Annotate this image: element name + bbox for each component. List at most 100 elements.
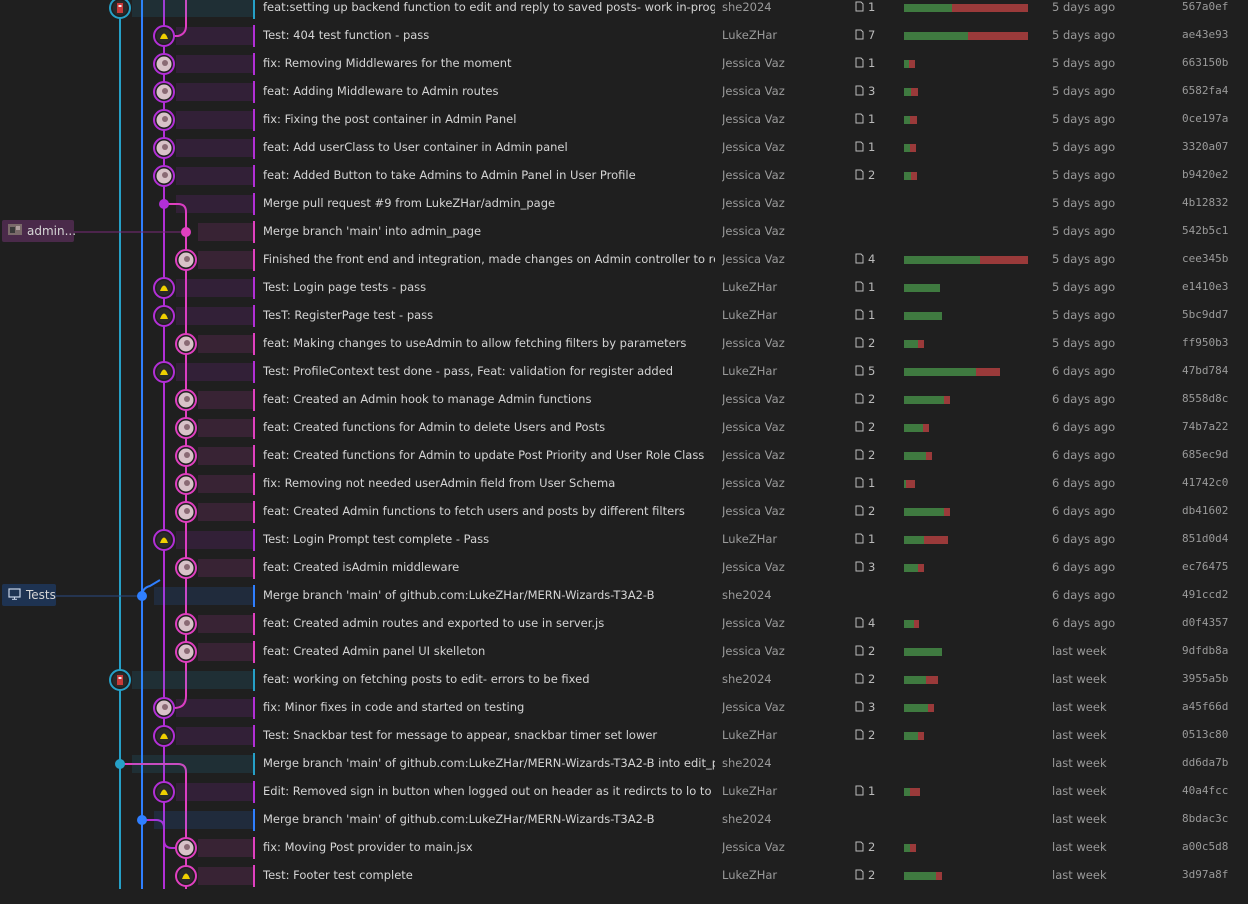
row-lane-highlight [154,587,255,605]
commit-author: Jessica Vaz [722,840,785,854]
commit-file-count: 2 [855,868,895,883]
file-icon [855,701,864,715]
row-lane-marker [253,109,255,131]
commit-author: Jessica Vaz [722,56,785,70]
commit-date: 6 days ago [1052,588,1116,602]
deletions-bar [944,396,950,404]
deletions-bar [910,844,916,852]
file-count-value: 2 [868,868,876,882]
diff-stat-bar [904,480,1034,488]
commit-author: LukeZHar [722,308,778,322]
diff-stat-bar [904,60,1034,68]
file-icon [855,141,864,155]
commit-row[interactable]: Test: Footer test complete LukeZHar 2 last … [0,865,1248,904]
additions-bar [904,620,914,628]
diff-stat-bar [904,452,1034,460]
commit-file-count: 4 [855,252,895,267]
additions-bar [904,704,928,712]
file-icon [855,85,864,99]
commit-date: 5 days ago [1052,84,1116,98]
commit-date: 6 days ago [1052,560,1116,574]
row-lane-marker [253,81,255,103]
commit-file-count: 2 [855,644,895,659]
commit-message: Edit: Removed sign in button when logged… [263,784,715,798]
file-icon [855,477,864,491]
commit-file-count: 2 [855,336,895,351]
file-icon [855,449,864,463]
diff-stat-bar [904,368,1034,376]
file-icon [855,57,864,71]
diff-stat-bar [904,676,1034,684]
additions-bar [904,676,926,684]
commit-date: 6 days ago [1052,364,1116,378]
commit-author: Jessica Vaz [722,140,785,154]
file-icon [855,309,864,323]
diff-stat-bar [904,620,1034,628]
row-lane-marker [253,445,255,467]
file-icon [855,561,864,575]
row-lane-marker [253,809,255,831]
diff-stat-bar [904,88,1034,96]
file-icon [855,673,864,687]
commit-sha: 851d0d4 [1182,532,1229,545]
row-lane-marker [253,361,255,383]
commit-message: fix: Minor fixes in code and started on … [263,700,525,714]
commit-sha: 4b12832 [1182,196,1229,209]
row-lane-highlight [198,475,255,493]
additions-bar [904,340,918,348]
file-icon [855,869,864,883]
additions-bar [904,284,940,292]
additions-bar [904,508,944,516]
commit-date: last week [1052,700,1107,714]
diff-stat-bar [904,396,1034,404]
commit-author: she2024 [722,672,772,686]
file-count-value: 2 [868,420,876,434]
file-count-value: 7 [868,28,876,42]
commit-author: Jessica Vaz [722,476,785,490]
file-icon [855,841,864,855]
commit-sha: 8bdac3c [1182,812,1229,825]
row-lane-highlight [198,251,255,269]
row-lane-marker [253,277,255,299]
file-icon [855,113,864,127]
deletions-bar [944,508,950,516]
deletions-bar [952,4,1028,12]
commit-sha: 685ec9d [1182,448,1229,461]
row-lane-marker [253,389,255,411]
commit-author: Jessica Vaz [722,112,785,126]
row-lane-highlight [176,363,255,381]
file-count-value: 1 [868,0,876,14]
row-lane-highlight [198,419,255,437]
diff-stat-bar [904,536,1034,544]
commit-message: Merge pull request #9 from LukeZHar/admi… [263,196,556,210]
commit-file-count: 1 [855,140,895,155]
row-lane-marker [253,865,255,887]
additions-bar [904,732,918,740]
commit-sha: 3955a5b [1182,672,1229,685]
commit-message: feat: Adding Middleware to Admin routes [263,84,499,98]
commit-date: last week [1052,728,1107,742]
monitor-icon [8,587,21,603]
commit-author: Jessica Vaz [722,392,785,406]
commit-message: Test: ProfileContext test done - pass, F… [263,364,674,378]
row-lane-highlight [198,643,255,661]
commit-date: 6 days ago [1052,448,1116,462]
row-lane-highlight [176,195,255,213]
branch-label-admin[interactable]: admin... [2,220,76,242]
row-lane-highlight [176,139,255,157]
deletions-bar [909,60,915,68]
commit-date: last week [1052,840,1107,854]
commit-author: LukeZHar [722,784,778,798]
diff-stat-bar [904,508,1034,516]
commit-author: LukeZHar [722,868,778,882]
row-lane-marker [253,669,255,691]
branch-label-tests[interactable]: Tests [2,584,56,606]
row-lane-marker [253,53,255,75]
row-lane-highlight [198,867,255,885]
row-lane-highlight [132,0,255,17]
row-lane-marker [253,697,255,719]
commit-date: 5 days ago [1052,0,1116,14]
commit-sha: b9420e2 [1182,168,1229,181]
file-count-value: 1 [868,56,876,70]
commit-sha: 9dfdb8a [1182,644,1229,657]
